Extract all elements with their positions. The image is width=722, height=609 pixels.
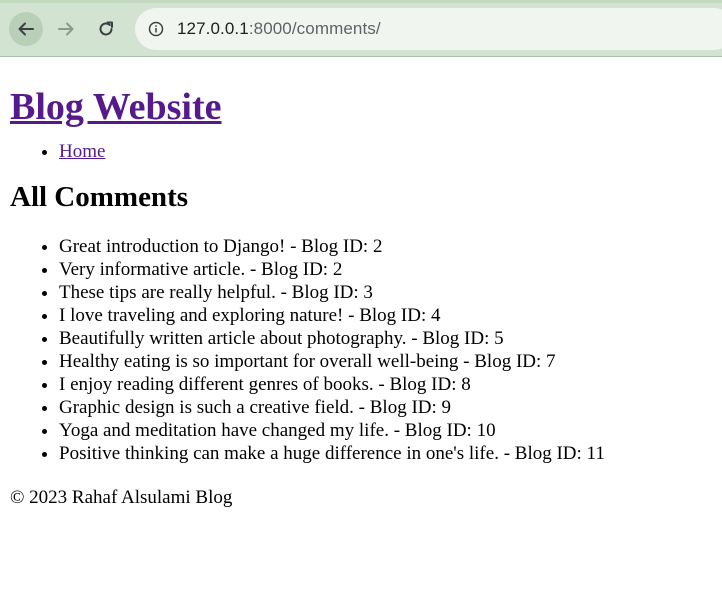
arrow-left-icon	[18, 22, 34, 36]
back-button[interactable]	[9, 12, 43, 46]
comment-list: Great introduction to Django! - Blog ID:…	[10, 235, 710, 465]
arrow-right-icon	[58, 22, 74, 36]
url-host: 127.0.0.1	[177, 19, 249, 38]
site-title-link[interactable]: Blog Website	[10, 86, 222, 128]
reload-icon	[99, 21, 113, 36]
footer-copyright: © 2023 Rahaf Alsulami Blog	[10, 487, 233, 508]
comment-item: Graphic design is such a creative field.…	[59, 396, 710, 419]
nav-list: Home	[10, 140, 710, 163]
home-link[interactable]: Home	[59, 141, 105, 162]
comment-item: Beautifully written article about photog…	[59, 327, 710, 350]
browser-toolbar: 127.0.0.1:8000/comments/	[0, 0, 722, 57]
page-title: All Comments	[10, 181, 189, 213]
site-title: Blog Website	[10, 84, 710, 130]
comment-item: Yoga and meditation have changed my life…	[59, 419, 710, 442]
address-bar[interactable]: 127.0.0.1:8000/comments/	[135, 8, 722, 50]
reload-button[interactable]	[89, 12, 123, 46]
url-path: :8000/comments/	[248, 19, 381, 38]
page-content: Blog Website Home All Comments Great int…	[10, 56, 710, 509]
site-info-icon[interactable]	[147, 20, 165, 38]
forward-button[interactable]	[49, 12, 83, 46]
comment-item: These tips are really helpful. - Blog ID…	[59, 281, 710, 304]
nav-item: Home	[59, 140, 710, 163]
comment-item: I love traveling and exploring nature! -…	[59, 304, 710, 327]
window-top-strip	[0, 0, 722, 3]
comment-item: I enjoy reading different genres of book…	[59, 373, 710, 396]
comment-item: Positive thinking can make a huge differ…	[59, 442, 710, 465]
comment-item: Very informative article. - Blog ID: 2	[59, 258, 710, 281]
url-text[interactable]: 127.0.0.1:8000/comments/	[177, 19, 381, 39]
comment-item: Healthy eating is so important for overa…	[59, 350, 710, 373]
comment-item: Great introduction to Django! - Blog ID:…	[59, 235, 710, 258]
